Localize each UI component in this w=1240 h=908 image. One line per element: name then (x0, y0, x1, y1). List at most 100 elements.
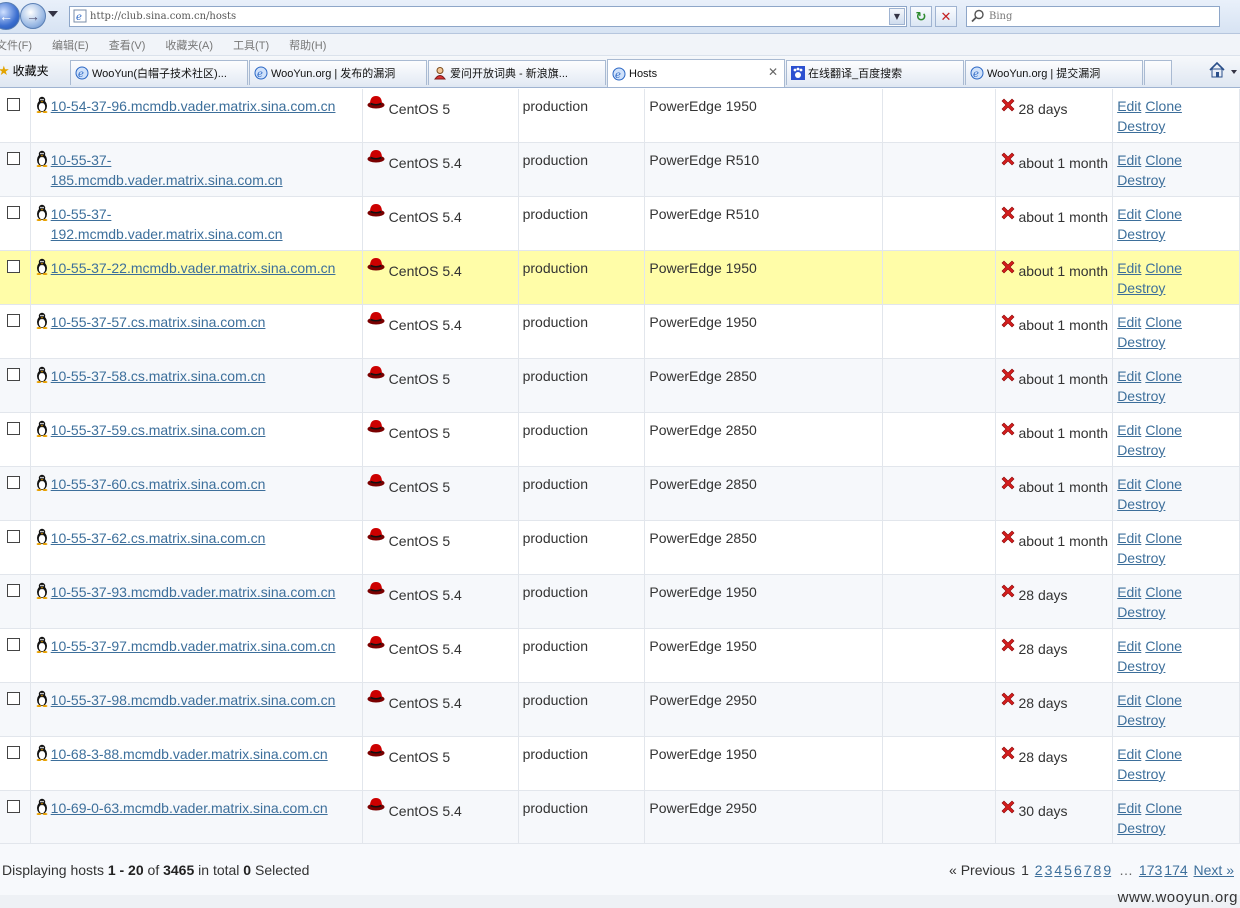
row-checkbox[interactable] (7, 152, 20, 165)
host-link[interactable]: 10-55-37-59.cs.matrix.sina.com.cn (51, 422, 266, 438)
clone-link[interactable]: Clone (1145, 746, 1182, 762)
clone-link[interactable]: Clone (1145, 584, 1182, 600)
refresh-icon[interactable]: ↻ (910, 6, 932, 27)
row-checkbox[interactable] (7, 584, 20, 597)
row-checkbox[interactable] (7, 314, 20, 327)
row-checkbox[interactable] (7, 638, 20, 651)
row-checkbox[interactable] (7, 422, 20, 435)
edit-link[interactable]: Edit (1117, 314, 1141, 330)
page-link[interactable]: 2 (1035, 862, 1043, 878)
tab-hosts[interactable]: e Hosts ✕ (607, 59, 785, 87)
page-link[interactable]: 5 (1064, 862, 1072, 878)
page-link[interactable]: 9 (1103, 862, 1111, 878)
page-link[interactable]: 6 (1074, 862, 1082, 878)
host-link[interactable]: 10-55-37- 185.mcmdb.vader.matrix.sina.com… (51, 152, 283, 188)
host-link[interactable]: 10-55-37-97.mcmdb.vader.matrix.sina.com.… (51, 638, 336, 654)
clone-link[interactable]: Clone (1145, 476, 1182, 492)
edit-link[interactable]: Edit (1117, 206, 1141, 222)
search-input[interactable]: Bing (966, 6, 1220, 27)
host-link[interactable]: 10-55-37-60.cs.matrix.sina.com.cn (51, 476, 266, 492)
menu-edit[interactable]: 编辑(E) (52, 37, 89, 53)
menu-help[interactable]: 帮助(H) (289, 37, 326, 53)
home-icon[interactable] (1208, 61, 1226, 79)
page-link[interactable]: 3 (1045, 862, 1053, 878)
page-link[interactable]: 7 (1084, 862, 1092, 878)
row-checkbox[interactable] (7, 692, 20, 705)
row-checkbox[interactable] (7, 746, 20, 759)
destroy-link[interactable]: Destroy (1117, 820, 1165, 836)
tab-wooyun-bugs[interactable]: e WooYun.org | 发布的漏洞 (249, 60, 427, 85)
edit-link[interactable]: Edit (1117, 476, 1141, 492)
page-link[interactable]: 8 (1094, 862, 1102, 878)
edit-link[interactable]: Edit (1117, 422, 1141, 438)
menu-file[interactable]: 文件(F) (0, 37, 32, 53)
tab-wooyun-community[interactable]: e WooYun(白帽子技术社区)... (70, 60, 248, 85)
row-checkbox[interactable] (7, 206, 20, 219)
destroy-link[interactable]: Destroy (1117, 604, 1165, 620)
clone-link[interactable]: Clone (1145, 206, 1182, 222)
clone-link[interactable]: Clone (1145, 98, 1182, 114)
destroy-link[interactable]: Destroy (1117, 280, 1165, 296)
next-page-link[interactable]: Next » (1194, 862, 1234, 878)
edit-link[interactable]: Edit (1117, 584, 1141, 600)
edit-link[interactable]: Edit (1117, 98, 1141, 114)
host-link[interactable]: 10-68-3-88.mcmdb.vader.matrix.sina.com.c… (51, 746, 328, 762)
menu-favorites[interactable]: 收藏夹(A) (165, 37, 213, 53)
close-tab-icon[interactable]: ✕ (768, 65, 778, 79)
clone-link[interactable]: Clone (1145, 314, 1182, 330)
page-link[interactable]: 4 (1054, 862, 1062, 878)
row-checkbox[interactable] (7, 260, 20, 273)
edit-link[interactable]: Edit (1117, 530, 1141, 546)
row-checkbox[interactable] (7, 98, 20, 111)
edit-link[interactable]: Edit (1117, 152, 1141, 168)
forward-button[interactable]: → (20, 3, 46, 29)
host-link[interactable]: 10-55-37-22.mcmdb.vader.matrix.sina.com.… (51, 260, 336, 276)
address-field[interactable]: e http://club.sina.com.cn/hosts ▼ (69, 6, 907, 27)
favorites-button[interactable]: ★ 收藏夹 (0, 62, 49, 79)
clone-link[interactable]: Clone (1145, 260, 1182, 276)
host-link[interactable]: 10-55-37- 192.mcmdb.vader.matrix.sina.com… (51, 206, 283, 242)
menu-tools[interactable]: 工具(T) (233, 37, 269, 53)
row-checkbox[interactable] (7, 530, 20, 543)
destroy-link[interactable]: Destroy (1117, 172, 1165, 188)
destroy-link[interactable]: Destroy (1117, 550, 1165, 566)
destroy-link[interactable]: Destroy (1117, 388, 1165, 404)
clone-link[interactable]: Clone (1145, 638, 1182, 654)
menu-view[interactable]: 查看(V) (109, 37, 146, 53)
row-checkbox[interactable] (7, 368, 20, 381)
address-dropdown-icon[interactable]: ▼ (889, 8, 905, 25)
tab-baidu-translate[interactable]: 在线翻译_百度搜索 (786, 60, 964, 85)
edit-link[interactable]: Edit (1117, 800, 1141, 816)
host-link[interactable]: 10-54-37-96.mcmdb.vader.matrix.sina.com.… (51, 98, 336, 114)
page-link[interactable]: 173 (1139, 862, 1162, 878)
destroy-link[interactable]: Destroy (1117, 334, 1165, 350)
host-link[interactable]: 10-55-37-93.mcmdb.vader.matrix.sina.com.… (51, 584, 336, 600)
host-link[interactable]: 10-69-0-63.mcmdb.vader.matrix.sina.com.c… (51, 800, 328, 816)
destroy-link[interactable]: Destroy (1117, 118, 1165, 134)
history-dropdown-icon[interactable] (48, 11, 58, 17)
destroy-link[interactable]: Destroy (1117, 712, 1165, 728)
clone-link[interactable]: Clone (1145, 422, 1182, 438)
clone-link[interactable]: Clone (1145, 800, 1182, 816)
new-tab-button[interactable] (1144, 60, 1172, 85)
host-link[interactable]: 10-55-37-62.cs.matrix.sina.com.cn (51, 530, 266, 546)
edit-link[interactable]: Edit (1117, 368, 1141, 384)
edit-link[interactable]: Edit (1117, 638, 1141, 654)
row-checkbox[interactable] (7, 800, 20, 813)
destroy-link[interactable]: Destroy (1117, 496, 1165, 512)
stop-icon[interactable]: ✕ (935, 6, 957, 27)
edit-link[interactable]: Edit (1117, 746, 1141, 762)
destroy-link[interactable]: Destroy (1117, 226, 1165, 242)
row-checkbox[interactable] (7, 476, 20, 489)
host-link[interactable]: 10-55-37-98.mcmdb.vader.matrix.sina.com.… (51, 692, 336, 708)
clone-link[interactable]: Clone (1145, 530, 1182, 546)
home-dropdown-icon[interactable] (1231, 70, 1237, 74)
destroy-link[interactable]: Destroy (1117, 442, 1165, 458)
host-link[interactable]: 10-55-37-57.cs.matrix.sina.com.cn (51, 314, 266, 330)
clone-link[interactable]: Clone (1145, 368, 1182, 384)
page-link[interactable]: 174 (1164, 862, 1187, 878)
tab-wooyun-submit[interactable]: e WooYun.org | 提交漏洞 (965, 60, 1143, 85)
edit-link[interactable]: Edit (1117, 692, 1141, 708)
back-button[interactable]: ← (0, 2, 20, 30)
edit-link[interactable]: Edit (1117, 260, 1141, 276)
